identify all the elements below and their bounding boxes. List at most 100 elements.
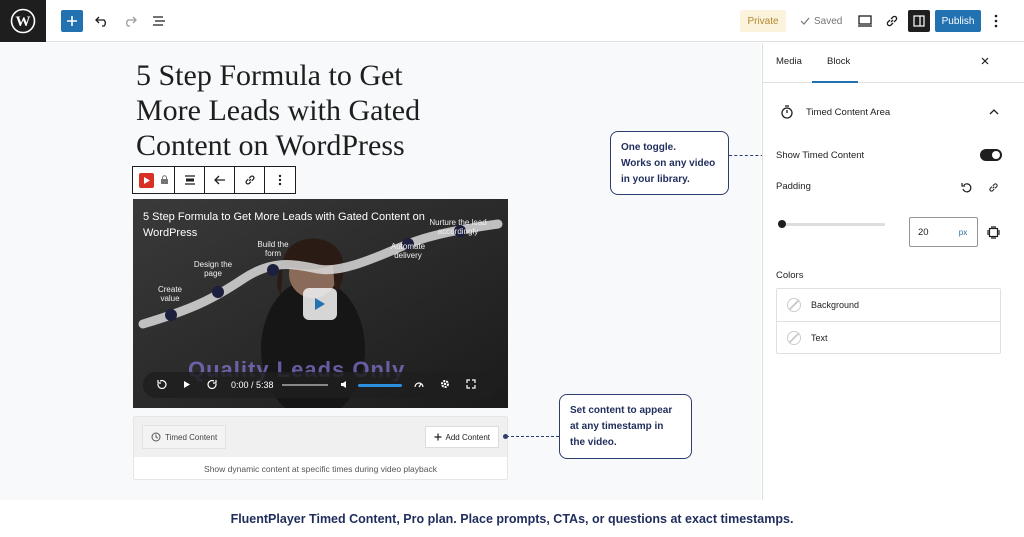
timed-content-area-panel-header[interactable]: Timed Content Area xyxy=(763,92,1024,132)
block-toolbar xyxy=(132,166,296,194)
video-title: 5 Step Formula to Get More Leads with Ga… xyxy=(143,211,425,239)
more-vertical-icon xyxy=(994,14,998,28)
add-content-button[interactable]: Add Content xyxy=(424,426,499,448)
link-icon xyxy=(245,175,254,185)
close-sidebar-button[interactable] xyxy=(980,55,990,69)
show-timed-content-toggle[interactable] xyxy=(980,149,1002,161)
active-tab-indicator xyxy=(812,81,858,83)
desktop-preview-icon xyxy=(858,15,872,27)
add-content-label: Add Content xyxy=(445,432,490,442)
callout-pointer-bottom xyxy=(503,434,508,439)
colors-label: Colors xyxy=(776,270,804,281)
callout-bottom-line-1: Set content to appear xyxy=(570,405,673,416)
tab-media[interactable]: Media xyxy=(776,56,802,67)
arrow-left-icon xyxy=(213,175,225,185)
svg-text:W: W xyxy=(16,14,31,30)
timed-content-tab[interactable]: Timed Content xyxy=(142,425,227,449)
panel-title: Timed Content Area xyxy=(806,106,891,118)
settings-sidebar-toggle[interactable] xyxy=(908,10,930,32)
timed-content-header: Timed Content Add Content xyxy=(134,417,507,457)
step-label-automate-delivery: Automate delivery xyxy=(390,242,426,260)
callout-top-line-1: One toggle. xyxy=(621,142,676,153)
callout-connector-bottom xyxy=(506,436,559,437)
view-post-link-button[interactable] xyxy=(883,10,901,32)
video-time: 0:00 / 5:38 xyxy=(231,380,274,390)
empty-color-swatch-icon xyxy=(787,330,801,345)
play-icon xyxy=(315,298,325,310)
padding-input[interactable]: 20 px xyxy=(909,217,978,247)
undo-button[interactable] xyxy=(94,10,110,32)
plus-icon xyxy=(67,16,77,26)
editor-top-toolbar: W Private Saved Publish xyxy=(0,0,1024,42)
wordpress-logo-icon[interactable]: W xyxy=(0,0,46,42)
post-title[interactable]: 5 Step Formula to Get More Leads with Ga… xyxy=(136,58,466,163)
tab-block[interactable]: Block xyxy=(827,56,850,67)
color-item-text[interactable]: Text xyxy=(777,321,1000,353)
private-status-button[interactable]: Private xyxy=(740,10,786,32)
callout-toggle-note: One toggle. Works on any video in your l… xyxy=(610,131,729,195)
plus-icon xyxy=(434,433,442,441)
redo-button[interactable] xyxy=(122,10,138,32)
progress-bar[interactable] xyxy=(281,384,328,386)
padding-sides-icon[interactable] xyxy=(987,226,1000,239)
callout-bottom-line-3: the video. xyxy=(570,437,617,448)
volume-slider[interactable] xyxy=(357,383,402,387)
forward-10-icon[interactable] xyxy=(207,379,217,391)
step-label-create-value: Create value xyxy=(157,285,182,303)
redo-icon xyxy=(126,16,137,27)
link-icon xyxy=(886,15,898,27)
block-type-switcher[interactable] xyxy=(133,167,175,193)
timer-icon xyxy=(781,105,793,119)
timed-content-description: Show dynamic content at specific times d… xyxy=(204,464,437,474)
play-small-icon[interactable] xyxy=(183,380,191,391)
color-settings-list: Background Text xyxy=(776,288,1001,354)
link-sides-icon[interactable] xyxy=(987,182,1000,193)
callout-bottom-line-2: at any timestamp in xyxy=(570,421,664,432)
callout-timestamp-note: Set content to appear at any timestamp i… xyxy=(559,394,692,459)
callout-top-line-2: Works on any video xyxy=(621,158,716,169)
insert-link-button[interactable] xyxy=(235,167,265,193)
lock-icon xyxy=(160,175,168,184)
color-item-background[interactable]: Background xyxy=(777,289,1000,321)
publish-button[interactable]: Publish xyxy=(935,10,981,32)
fluentplayer-block-icon xyxy=(138,172,154,188)
list-view-icon xyxy=(153,16,165,26)
play-button[interactable] xyxy=(303,288,337,320)
add-block-button[interactable] xyxy=(61,10,83,32)
undo-icon xyxy=(95,16,106,27)
timed-content-tab-label: Timed Content xyxy=(165,432,218,442)
rewind-10-icon[interactable] xyxy=(157,379,167,391)
sidebar-icon xyxy=(913,15,925,27)
align-button[interactable] xyxy=(175,167,205,193)
video-player[interactable]: 5 Step Formula to Get More Leads with Ga… xyxy=(133,199,508,408)
show-timed-content-label: Show Timed Content xyxy=(776,150,865,161)
padding-slider-track[interactable] xyxy=(781,223,885,226)
volume-icon[interactable] xyxy=(340,380,350,391)
reset-icon[interactable] xyxy=(961,182,972,193)
more-vertical-icon xyxy=(278,174,282,186)
move-left-button[interactable] xyxy=(205,167,235,193)
options-menu-button[interactable] xyxy=(990,10,1002,32)
preview-button[interactable] xyxy=(856,10,874,32)
padding-label: Padding xyxy=(776,181,811,192)
speed-icon[interactable] xyxy=(413,379,424,391)
settings-gear-icon[interactable] xyxy=(440,379,450,391)
chevron-up-icon xyxy=(989,109,999,115)
timed-content-block: Timed Content Add Content Show dynamic c… xyxy=(133,416,508,480)
block-options-button[interactable] xyxy=(265,167,295,193)
document-overview-button[interactable] xyxy=(151,10,167,32)
saved-label: Saved xyxy=(814,15,843,27)
step-label-design-page: Design the page xyxy=(193,260,233,278)
settings-sidebar: Media Block Timed Content Area Show Time… xyxy=(762,43,1024,500)
callout-top-line-3: in your library. xyxy=(621,174,690,185)
step-label-nurture-lead: Nurture the lead accordingly xyxy=(429,218,487,236)
align-wide-icon xyxy=(184,175,195,185)
padding-unit-select[interactable]: px xyxy=(949,228,977,237)
color-item-background-label: Background xyxy=(811,300,860,310)
fullscreen-icon[interactable] xyxy=(465,379,476,391)
close-icon xyxy=(981,57,989,65)
padding-value[interactable]: 20 xyxy=(910,227,949,238)
clock-icon xyxy=(151,432,161,442)
padding-slider-handle[interactable] xyxy=(778,220,786,228)
video-controls: 0:00 / 5:38 xyxy=(143,372,498,398)
